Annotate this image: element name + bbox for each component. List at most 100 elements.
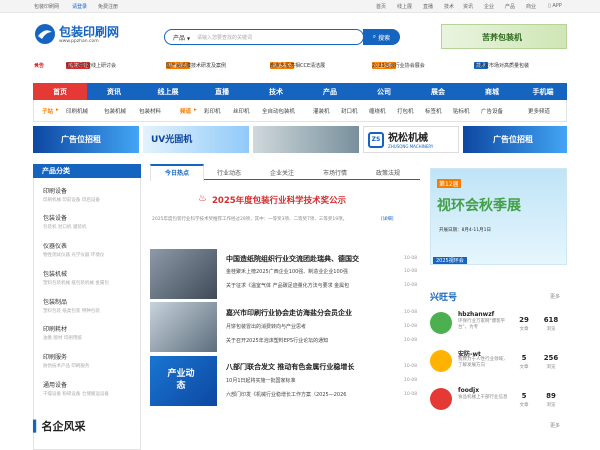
substation-label: 子站 (42, 109, 54, 115)
site-name: 包装印刷网 (34, 4, 60, 10)
more-channels-link[interactable]: 更多频道 (528, 107, 550, 115)
mingqi-more-link[interactable]: 更多 (550, 422, 560, 429)
top-link-tech[interactable]: 技术 (444, 3, 454, 10)
nav-product[interactable]: 产品 (303, 83, 357, 100)
subnav-item[interactable]: 打包机 (397, 107, 414, 115)
news-thumbnail[interactable] (150, 302, 217, 352)
logo-url: www.ppzhan.com (59, 39, 99, 44)
xwh-more-link[interactable]: 更多 (550, 293, 560, 300)
site-logo[interactable]: 包装印刷网 www.ppzhan.com (34, 23, 124, 47)
subnav-item[interactable]: 彩印机 (204, 107, 221, 115)
news-link[interactable]: 10月1日起将实施一批国家标准 (226, 377, 296, 384)
news-date: 10-08 (404, 256, 418, 261)
news-link[interactable]: 关于征求《温室气体 产品碳足迹量化方法与要求 金属包 (226, 282, 349, 289)
subnav-item[interactable]: 封口机 (341, 107, 358, 115)
top-link-live[interactable]: 直播 (423, 3, 433, 10)
news-date: 10-08 (404, 283, 418, 288)
tab-market[interactable]: 市场行情 (323, 168, 347, 177)
news-title[interactable]: 八部门联合发文 推动有色金属行业稳增长 (226, 362, 354, 372)
banner-ad[interactable]: ZS 祝松机械 ZHUSONG MACHINERY (363, 126, 459, 153)
news-date: 10-08 (404, 324, 418, 329)
subnav-item[interactable]: 广告设备 (481, 107, 503, 115)
nav-expo[interactable]: 线上展 (141, 83, 195, 100)
headline-detail-link[interactable]: [详细] (381, 216, 394, 222)
subnav-item[interactable]: 灌装机 (313, 107, 330, 115)
top-link-app[interactable]: ▯ APP (548, 3, 562, 9)
nav-mobile[interactable]: 手机端 (519, 83, 567, 100)
news-thumbnail[interactable] (150, 249, 217, 299)
top-link-home[interactable]: 首页 (376, 3, 386, 10)
tab-company[interactable]: 企业关注 (270, 168, 294, 177)
arrow-icon: ▸ (56, 107, 59, 113)
news-date: 10-08 (404, 338, 418, 343)
nav-exhibition[interactable]: 展会 (411, 83, 465, 100)
news-date: 10-08 (404, 392, 418, 397)
news-title[interactable]: 嘉兴市印刷行业协会走访海盐分会员企业 (226, 308, 352, 318)
news-date: 10-08 (404, 269, 418, 274)
banner-ad[interactable] (253, 126, 359, 153)
news-link[interactable]: 六部门印发《机械行业稳增长工作方案（2025—2026 (226, 391, 346, 398)
headline-title[interactable]: 2025年度包装行业科学技术奖公示 (212, 194, 346, 206)
news-thumbnail[interactable]: 产业动态 (150, 356, 217, 406)
arrow-icon: ▸ (194, 107, 197, 113)
search-bar[interactable]: 产品 ▼ 请输入您要查找的关键词 (164, 29, 364, 45)
top-link-news[interactable]: 资讯 (463, 3, 473, 10)
tab-industry[interactable]: 行业动态 (217, 168, 241, 177)
subnav-item[interactable]: 缠绕机 (369, 107, 386, 115)
avatar (430, 350, 452, 372)
nav-live[interactable]: 直播 (195, 83, 249, 100)
top-link-business[interactable]: 商业 (526, 3, 536, 10)
nav-news[interactable]: 资讯 (87, 83, 141, 100)
subnav-item[interactable]: 标签机 (425, 107, 442, 115)
subnav-item[interactable]: 贴标机 (453, 107, 470, 115)
nav-home[interactable]: 首页 (33, 83, 87, 100)
header-ad[interactable]: 苦荞包装机 (441, 24, 567, 49)
top-link-expo[interactable]: 线上展 (397, 3, 412, 10)
subnav-item[interactable]: 包装机械 (104, 107, 126, 115)
nav-mall[interactable]: 商城 (465, 83, 519, 100)
news-link[interactable]: 关于召开2025年泡沫塑料EPS行业论坛的通知 (226, 337, 328, 344)
subnav-item[interactable]: 全自动包装机 (262, 107, 295, 115)
news-link[interactable]: 月饼包装冒出的消费转向与产业思考 (226, 323, 306, 330)
news-date: 10-08 (404, 310, 418, 315)
avatar (430, 312, 452, 334)
news-tabs: 今日热点 行业动态 企业关注 市场行情 政策法规 (150, 164, 420, 181)
subnav-item[interactable]: 包装材料 (139, 107, 161, 115)
announcement-ticker: ◀ 公告 热搜行业 锂电池回收线上研讨会 专家观点 国产纳滤膜技术研发及案例 新… (34, 62, 530, 69)
tab-hot-label[interactable]: 今日热点 (165, 168, 189, 177)
sub-nav: 子站 ▸ 印刷机械 包装机械 包装材料 频道 ▸ 彩印机 丝印机 全自动包装机 … (33, 100, 567, 122)
subnav-item[interactable]: 印刷机械 (66, 107, 88, 115)
login-link[interactable]: 请登录 (72, 3, 87, 10)
avatar (430, 388, 452, 410)
news-date: 10-08 (404, 364, 418, 369)
nav-company[interactable]: 公司 (357, 83, 411, 100)
news-date: 10-08 (404, 378, 418, 383)
search-button[interactable]: ⌕ 搜索 (363, 29, 400, 45)
register-link[interactable]: 免费注册 (98, 3, 118, 10)
news-title[interactable]: 中国造纸院组织行业交流团赴瑞典、德国交 (226, 254, 359, 264)
xwh-author[interactable]: foodjx 食品机械上干部行业信息 5 文章 89 浏览 (430, 386, 567, 421)
search-category[interactable]: 产品 ▼ (173, 33, 190, 42)
phone-icon: ▯ (548, 3, 551, 9)
fire-icon: ♨ (198, 193, 207, 204)
search-input[interactable]: 请输入您要查找的关键词 (197, 34, 252, 41)
nav-tech[interactable]: 技术 (249, 83, 303, 100)
top-link-company[interactable]: 企业 (484, 3, 494, 10)
top-link-product[interactable]: 产品 (505, 3, 515, 10)
search-icon: ⌕ (372, 33, 377, 40)
zhusong-logo-icon: ZS (368, 132, 384, 148)
banner-ad[interactable]: UV光固机 (143, 126, 249, 153)
logo-text: 包装印刷网 (59, 25, 120, 39)
xwh-author[interactable]: hbzhanwzf 环保行业万家网"爆客平台"，为专 29 文章 618 浏览 (430, 310, 567, 345)
subnav-item[interactable]: 丝印机 (233, 107, 250, 115)
banner-ad[interactable]: 广告位招租 (33, 126, 139, 153)
tab-policy[interactable]: 政策法规 (376, 168, 400, 177)
category-panel (33, 164, 141, 450)
xwh-author[interactable]: 安防-wt 我致力于人性行业领域，了解发展方向 5 文章 256 浏览 (430, 348, 567, 383)
banner-ad[interactable]: 广告位招租 (463, 126, 567, 153)
main-nav: 首页 资讯 线上展 直播 技术 产品 公司 展会 商城 手机端 (33, 83, 567, 100)
expo-ad[interactable]: 第12届 视环会秋季展 开展日期：8月4-11月1日 2025视环会 (430, 168, 567, 265)
headline-desc: 2025年度包装行业科学技术奖推荐工作经过29项，其中：一等奖3项、二等奖7项、… (152, 217, 348, 222)
top-bar: 包装印刷网 请登录 免费注册 首页 线上展 直播 技术 资讯 企业 产品 商业 … (0, 0, 600, 13)
news-link[interactable]: 金桂聚禾上榜2025广西企业100强、制造业企业100强 (226, 268, 348, 275)
